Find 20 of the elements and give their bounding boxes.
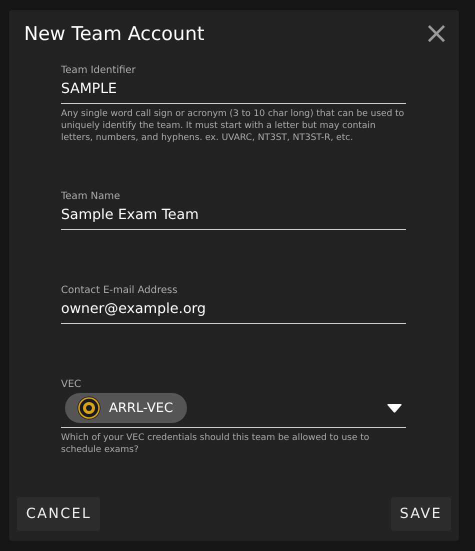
dialog-title: New Team Account bbox=[24, 22, 204, 46]
close-button[interactable]: × bbox=[420, 22, 453, 46]
dropdown-caret-icon[interactable] bbox=[387, 404, 402, 412]
cancel-button[interactable]: CANCEL bbox=[17, 497, 100, 531]
save-button[interactable]: SAVE bbox=[390, 497, 451, 531]
helper-text: Which of your VEC credentials should this team be allowed to use to schedule exams? bbox=[61, 432, 370, 456]
field-label: Contact E-mail Address bbox=[61, 284, 178, 297]
input-field[interactable]: Team Name Sample Exam Team bbox=[61, 190, 406, 230]
vec-chip[interactable]: ARRL-VEC bbox=[65, 393, 188, 423]
logo-icon bbox=[77, 396, 101, 420]
field-label: Team Name bbox=[61, 190, 122, 203]
field-label: Team Identifier bbox=[61, 64, 137, 77]
input-field[interactable]: Contact E-mail Address owner@example.org bbox=[61, 284, 406, 324]
helper-text: Any single word call sign or acronym (3 to 10 char long) that can be used to uniquely identify the team. It must start with a letter but may contain letters, numbers, and hyphens. ex. UVARC, NT3ST, NT3ST-R, etc. bbox=[61, 108, 406, 144]
input-field[interactable]: Team Identifier SAMPLE bbox=[61, 64, 406, 104]
field-value: SAMPLE bbox=[61, 80, 118, 99]
field-label: VEC bbox=[61, 378, 82, 391]
field-value: Sample Exam Team bbox=[61, 206, 200, 225]
select-field[interactable]: VEC ARRL-VEC bbox=[61, 378, 406, 428]
field-value: owner@example.org bbox=[61, 300, 207, 319]
